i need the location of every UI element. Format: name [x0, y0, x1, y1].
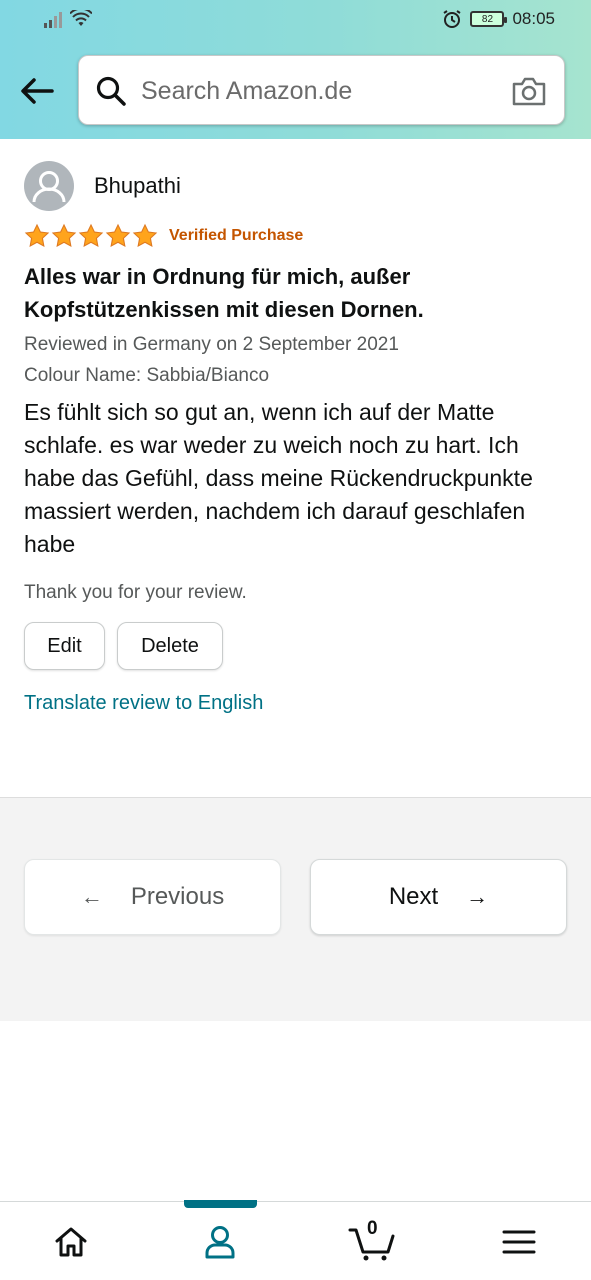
thanks-message: Thank you for your review. [24, 582, 247, 603]
battery-icon: 82 [470, 11, 508, 27]
left-arrow-icon: ← [80, 884, 103, 909]
review-title: Alles war in Ordnung für mich, außer Kop… [24, 264, 424, 322]
search-bar[interactable] [78, 55, 565, 125]
status-bar: 82 08:05 [0, 0, 591, 40]
nav-menu[interactable] [499, 1222, 539, 1262]
review-card: Bhupathi Verified Purchase Alles war in … [24, 160, 569, 715]
back-button[interactable] [18, 72, 56, 110]
signal-icon [44, 12, 62, 28]
review-body: Es fühlt sich so gut an, wenn ich auf de… [24, 399, 533, 557]
edit-button[interactable]: Edit [24, 622, 105, 670]
previous-label: Previous [130, 883, 225, 910]
next-label: Next [388, 883, 439, 910]
translate-link[interactable]: Translate review to English [24, 692, 569, 715]
search-icon [96, 76, 126, 106]
home-icon [55, 1227, 87, 1257]
star-icon [78, 223, 104, 247]
nav-home[interactable] [51, 1222, 91, 1262]
back-arrow-icon [21, 78, 54, 104]
review-date: Reviewed in Germany on 2 September 2021 [24, 334, 399, 355]
signal-wifi-group [44, 10, 92, 28]
profile-icon [205, 1226, 235, 1259]
battery-level: 82 [481, 13, 494, 25]
verified-purchase-badge: Verified Purchase [169, 227, 304, 244]
status-time: 08:05 [512, 9, 555, 28]
next-button[interactable]: Next → [310, 859, 567, 935]
reviewer-name: Bhupathi [94, 173, 181, 198]
rating-row: Verified Purchase [24, 222, 569, 250]
previous-button[interactable]: ← Previous [24, 859, 281, 935]
right-arrow-icon: → [466, 884, 489, 909]
review-actions: Edit Delete [24, 622, 569, 670]
active-tab-indicator [184, 1200, 257, 1208]
camera-icon[interactable] [510, 72, 548, 110]
colour-name: Colour Name: Sabbia/Bianco [24, 365, 270, 386]
search-input[interactable] [141, 70, 491, 112]
avatar [24, 161, 74, 211]
star-icon [51, 223, 77, 247]
alarm-icon [443, 10, 462, 28]
cart-count: 0 [367, 1218, 378, 1239]
delete-button[interactable]: Delete [117, 622, 223, 670]
bottom-nav: 0 [0, 1200, 591, 1280]
nav-cart[interactable]: 0 [347, 1218, 397, 1262]
menu-icon [502, 1230, 536, 1254]
star-rating [24, 223, 158, 249]
app-header: 82 08:05 [0, 0, 591, 139]
nav-profile[interactable] [200, 1222, 240, 1262]
wifi-icon [70, 10, 92, 26]
reviewer-row: Bhupathi [24, 160, 569, 212]
star-icon [24, 223, 50, 247]
star-icon [105, 223, 131, 247]
pagination: ← Previous Next → [0, 797, 591, 1021]
default-avatar-icon [32, 171, 66, 203]
star-icon [132, 223, 158, 247]
status-right-group: 82 08:05 [442, 9, 555, 29]
